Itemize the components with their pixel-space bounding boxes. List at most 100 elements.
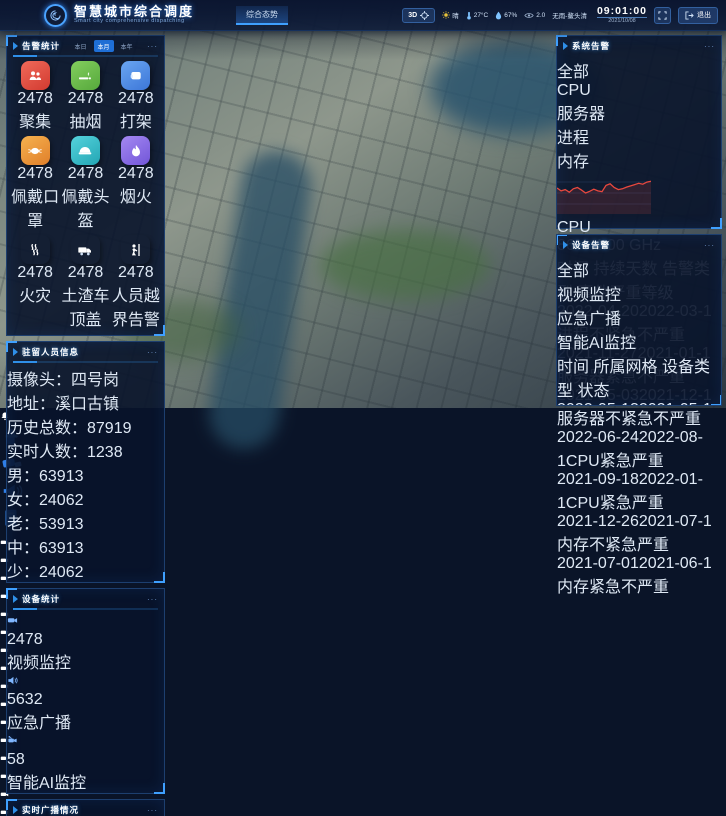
- tab-all[interactable]: 全部: [557, 58, 721, 82]
- panel-realtime-broadcast: 实时广播情况 ··· 喂喂，我这都清楚，这是小明的声音， 2021-06-15 …: [6, 799, 165, 816]
- panel-arrow-icon: [563, 42, 568, 50]
- device-stat-broadcast[interactable]: 5632 应急广播: [7, 673, 164, 733]
- 3d-mode-toggle[interactable]: 3D: [402, 8, 435, 23]
- tab-process[interactable]: 进程: [557, 124, 721, 148]
- panel-system-alarm: 系统告警 ··· 全部 CPU 服务器 进程 内存 CPU 86% 4.00 G…: [556, 35, 722, 229]
- realtime-count-bar: 实时人数：1238: [7, 438, 164, 462]
- table-row[interactable]: 2021-12-262021-07-1内存不紧急严重: [557, 513, 721, 555]
- crowd-icon: [21, 61, 50, 90]
- camera-field: 摄像头：四号岗: [7, 366, 164, 390]
- helmet-icon: [71, 136, 100, 165]
- panel-title: 告警统计: [22, 40, 60, 52]
- truck-icon: [71, 235, 100, 264]
- panel-resident-info: 驻留人员信息 ··· 摄像头：四号岗 地址：溪口古镇 历史总数：87919 实时…: [6, 341, 165, 583]
- panel-title: 系统告警: [572, 40, 610, 52]
- panel-device-statistics: 设备统计 ··· 2478 视频监控 5632 应急广播: [6, 588, 165, 794]
- fire-icon: [21, 235, 50, 264]
- table-row[interactable]: 2021-09-182022-01-1CPU紧急严重: [557, 471, 721, 513]
- more-menu-icon[interactable]: ···: [147, 806, 158, 815]
- flame-icon: [121, 136, 150, 165]
- panel-arrow-icon: [13, 42, 18, 50]
- tab-ai-monitor[interactable]: 智能AI监控: [557, 329, 721, 353]
- more-menu-icon[interactable]: ···: [147, 348, 158, 357]
- divider: [13, 55, 158, 57]
- device-stat-video[interactable]: 2478 视频监控: [7, 613, 164, 673]
- sun-icon: [442, 11, 450, 19]
- alarm-stat-fight[interactable]: 2478 打架: [111, 61, 161, 132]
- alarm-stat-mask[interactable]: 2478 佩戴口罩: [10, 136, 60, 231]
- ai-camera-icon: [7, 733, 164, 751]
- alarm-stat-person-cross[interactable]: 2478 人员越界告警: [111, 235, 161, 330]
- top-header-bar: 智慧城市综合调度 Smart city comprehensive dispat…: [0, 0, 726, 31]
- alarm-stat-smoking[interactable]: 2478 抽烟: [60, 61, 110, 132]
- logout-button[interactable]: 退出: [678, 7, 718, 24]
- panel-arrow-icon: [13, 806, 18, 814]
- device-stat-ai[interactable]: 58 智能AI监控: [7, 733, 164, 793]
- fullscreen-button[interactable]: [654, 7, 671, 24]
- mask-icon: [21, 136, 50, 165]
- divider: [13, 361, 158, 363]
- panel-arrow-icon: [13, 595, 18, 603]
- page-title: 智慧城市综合调度: [74, 5, 194, 18]
- page-subtitle: Smart city comprehensive dispatching: [74, 19, 194, 25]
- tab-overview[interactable]: 综合态势: [236, 6, 288, 25]
- clock-date: 2021/10/08: [597, 19, 647, 25]
- more-menu-icon[interactable]: ···: [147, 595, 158, 604]
- female-count-bar: 女：24062: [7, 486, 164, 510]
- thermometer-icon: [466, 11, 472, 20]
- weather-condition: 晴: [442, 10, 459, 20]
- table-row[interactable]: 2022-05-132021-05-1应急广播失败: [557, 401, 721, 406]
- alarm-stat-helmet[interactable]: 2478 佩戴头盔: [60, 136, 110, 231]
- tab-cpu[interactable]: CPU: [557, 82, 721, 100]
- tab-emergency-broadcast[interactable]: 应急广播: [557, 305, 721, 329]
- tab-this-year[interactable]: 本年: [117, 40, 137, 52]
- tab-server[interactable]: 服务器: [557, 100, 721, 124]
- tab-memory[interactable]: 内存: [557, 148, 721, 172]
- more-menu-icon[interactable]: ···: [704, 241, 715, 250]
- male-count-bar: 男：63913: [7, 462, 164, 486]
- temperature-readout: 27°C: [466, 11, 489, 20]
- visibility-readout: 2.0: [524, 12, 545, 19]
- panel-title: 驻留人员信息: [22, 346, 79, 358]
- history-total-bar: 历史总数：87919: [7, 414, 164, 438]
- humidity-icon: [495, 11, 502, 20]
- alarm-stat-crowd[interactable]: 2478 聚集: [10, 61, 60, 132]
- clock-widget: 09:01:00 2021/10/08: [597, 6, 647, 25]
- panel-title: 实时广播情况: [22, 804, 79, 816]
- panel-title: 设备告警: [572, 239, 610, 251]
- panel-title: 设备统计: [22, 593, 60, 605]
- more-menu-icon[interactable]: ···: [704, 42, 715, 51]
- tab-all[interactable]: 全部: [557, 257, 721, 281]
- table-row[interactable]: 2021-07-012021-06-1内存紧急不严重: [557, 555, 721, 597]
- tab-today[interactable]: 本日: [70, 40, 90, 52]
- elderly-count-bar: 老：53913: [7, 510, 164, 534]
- panel-device-alarm: 设备告警 ··· 全部 视频监控 应急广播 智能AI监控 时间 所属网格 设备类…: [556, 234, 722, 406]
- fullscreen-icon: [658, 11, 667, 20]
- smoking-icon: [71, 61, 100, 90]
- camera-icon: [7, 613, 164, 631]
- humidity-readout: 67%: [495, 11, 517, 20]
- panel-alarm-statistics: 告警统计 本日 本月 本年 ··· 2478 聚集 2478 抽烟 2478: [6, 35, 165, 336]
- 3d-label: 3D: [408, 12, 417, 19]
- young-count-bar: 少：24062: [7, 558, 164, 582]
- app-logo-icon: [44, 4, 67, 27]
- table-header-row: 时间 所属网格 设备类型 状态: [557, 353, 721, 401]
- alarm-stat-fire[interactable]: 2478 火灾: [10, 235, 60, 330]
- logout-icon: [685, 11, 694, 20]
- middle-count-bar: 中：63913: [7, 534, 164, 558]
- tab-video-monitor[interactable]: 视频监控: [557, 281, 721, 305]
- panel-arrow-icon: [563, 241, 568, 249]
- divider: [13, 608, 158, 610]
- panel-arrow-icon: [13, 348, 18, 356]
- alarm-stat-smoke-fire[interactable]: 2478 烟火: [111, 136, 161, 231]
- eye-icon: [524, 12, 534, 19]
- more-menu-icon[interactable]: ···: [147, 42, 158, 51]
- clock-time: 09:01:00: [597, 6, 647, 19]
- device-alarm-table: 时间 所属网格 设备类型 状态 2022-05-132021-05-1应急广播失…: [557, 353, 721, 406]
- address-field: 地址：溪口古镇: [7, 390, 164, 414]
- cpu-usage-chart: [557, 172, 721, 219]
- person-cross-icon: [121, 235, 150, 264]
- table-row[interactable]: 2022-06-242022-08-1CPU紧急严重: [557, 429, 721, 471]
- tab-this-month[interactable]: 本月: [94, 40, 114, 52]
- alarm-stat-truck[interactable]: 2478 土渣车顶盖: [60, 235, 110, 330]
